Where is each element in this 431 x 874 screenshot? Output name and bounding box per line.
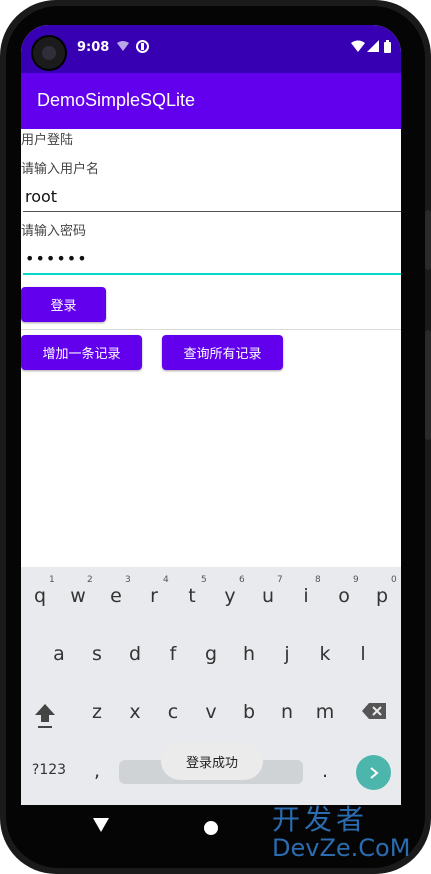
key-g[interactable]: g: [197, 643, 225, 665]
key-p[interactable]: p: [368, 585, 396, 607]
username-label: 请输入用户名: [21, 162, 100, 177]
key-e[interactable]: e: [102, 585, 130, 607]
back-button[interactable]: [93, 817, 109, 836]
key-f[interactable]: f: [159, 643, 187, 665]
symbols-key[interactable]: ?123: [29, 762, 69, 778]
key-w[interactable]: w: [64, 585, 92, 607]
key-m[interactable]: m: [311, 701, 339, 723]
key-n[interactable]: n: [273, 701, 301, 723]
wifi-calling-icon: [116, 40, 130, 55]
key-hint: 1: [49, 575, 55, 585]
query-all-button[interactable]: 查询所有记录: [162, 335, 283, 370]
key-l[interactable]: l: [349, 643, 377, 665]
backspace-key[interactable]: [361, 701, 389, 726]
backspace-icon: [362, 703, 386, 719]
key-hint: 7: [277, 575, 283, 585]
key-k[interactable]: k: [311, 643, 339, 665]
key-t[interactable]: t: [178, 585, 206, 607]
battery-icon: [384, 40, 391, 56]
front-camera: [33, 37, 65, 69]
back-triangle-icon: [93, 818, 109, 832]
shift-icon: [35, 704, 55, 728]
login-header: 用户登陆: [21, 133, 74, 148]
section-divider: [21, 329, 401, 330]
power-button: [425, 330, 431, 440]
status-time: 9:08: [77, 40, 110, 55]
key-b[interactable]: b: [235, 701, 263, 723]
status-bar: 9:08: [21, 25, 401, 73]
key-hint: 3: [125, 575, 131, 585]
key-v[interactable]: v: [197, 701, 225, 723]
key-z[interactable]: z: [83, 701, 111, 723]
key-u[interactable]: u: [254, 585, 282, 607]
key-q[interactable]: q: [26, 585, 54, 607]
key-s[interactable]: s: [83, 643, 111, 665]
watermark-line1: 开发者: [272, 803, 369, 836]
watermark-line2: DevZe.CoM: [272, 834, 411, 862]
key-i[interactable]: i: [292, 585, 320, 607]
screen: 9:08 DemoSimpleSQLite 用户登陆 请输入用户名 root 请…: [21, 25, 401, 805]
key-j[interactable]: j: [273, 643, 301, 665]
shift-key[interactable]: [31, 701, 59, 734]
key-hint: 8: [315, 575, 321, 585]
key-hint: 2: [87, 575, 93, 585]
key-x[interactable]: x: [121, 701, 149, 723]
key-d[interactable]: d: [121, 643, 149, 665]
username-input[interactable]: root: [23, 183, 401, 212]
toast-message: 登录成功: [161, 742, 263, 780]
app-notification-icon: [136, 40, 149, 56]
wifi-icon: [351, 40, 365, 55]
key-hint: 6: [239, 575, 245, 585]
app-bar: DemoSimpleSQLite: [21, 73, 401, 129]
key-comma[interactable]: ,: [83, 760, 111, 782]
key-o[interactable]: o: [330, 585, 358, 607]
key-period[interactable]: .: [311, 760, 339, 782]
key-hint: 0: [391, 575, 397, 585]
volume-button: [425, 210, 431, 270]
add-record-button[interactable]: 增加一条记录: [21, 335, 142, 370]
chevron-right-icon: [369, 766, 379, 779]
enter-key[interactable]: [356, 755, 391, 790]
watermark: 开发者 DevZe.CoM: [272, 803, 424, 862]
key-c[interactable]: c: [159, 701, 187, 723]
key-hint: 9: [353, 575, 359, 585]
key-h[interactable]: h: [235, 643, 263, 665]
key-r[interactable]: r: [140, 585, 168, 607]
password-input[interactable]: ••••••: [23, 245, 401, 275]
key-hint: 4: [163, 575, 169, 585]
password-label: 请输入密码: [21, 224, 87, 239]
signal-icon: [367, 40, 379, 55]
login-button[interactable]: 登录: [21, 287, 106, 322]
key-a[interactable]: a: [45, 643, 73, 665]
home-circle-icon: [204, 821, 218, 835]
key-y[interactable]: y: [216, 585, 244, 607]
app-title: DemoSimpleSQLite: [37, 90, 196, 110]
key-hint: 5: [201, 575, 207, 585]
home-button[interactable]: [204, 820, 218, 839]
